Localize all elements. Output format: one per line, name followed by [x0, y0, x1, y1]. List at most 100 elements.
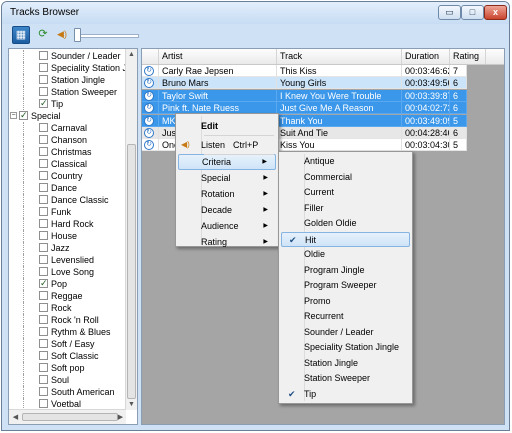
tree-item-checkbox[interactable] [39, 219, 48, 228]
tree-item-checkbox[interactable] [39, 267, 48, 276]
tree-item[interactable]: Speciality Station Jingle [9, 62, 137, 74]
scroll-left-arrow[interactable]: ◀ [10, 412, 21, 423]
refresh-track-icon[interactable]: ↻ [144, 128, 154, 138]
scroll-thumb[interactable] [127, 144, 136, 399]
tree-item[interactable]: Hard Rock [9, 218, 126, 230]
tree-item[interactable]: Soft Classic [9, 350, 126, 362]
criteria-item[interactable]: Current [281, 185, 410, 200]
tree-item[interactable]: Country [9, 170, 126, 182]
refresh-track-icon[interactable]: ↻ [144, 140, 154, 151]
tree-item[interactable]: Rock 'n Roll [9, 314, 126, 326]
tree-vertical-scrollbar[interactable]: ▲ ▼ [125, 49, 137, 410]
menu-item-edit[interactable]: Edit [178, 117, 276, 136]
criteria-item[interactable]: Program Jingle [281, 263, 410, 278]
menu-item-audience[interactable]: Audience ▶ [178, 219, 276, 235]
criteria-item[interactable]: ✔ Hit [281, 231, 410, 247]
menu-item-listen[interactable]: ◀) Listen Ctrl+P [178, 136, 276, 155]
tree-item[interactable]: Dance Classic [9, 194, 126, 206]
tree-item[interactable]: Sounder / Leader [9, 50, 126, 62]
tree-item-checkbox[interactable] [39, 135, 48, 144]
criteria-item[interactable]: Station Sweeper [281, 371, 410, 386]
criteria-item[interactable]: Sounder / Leader [281, 325, 410, 340]
refresh-track-icon[interactable]: ↻ [144, 66, 154, 76]
tree-expander-icon[interactable]: − [10, 112, 17, 119]
tree-item[interactable]: Soft / Easy [9, 338, 126, 350]
refresh-track-icon[interactable]: ↻ [144, 103, 154, 114]
tree-horizontal-scrollbar[interactable]: ◀ ▶ [9, 409, 126, 424]
table-row[interactable]: ↻ Carly Rae Jepsen This Kiss 00:03:46:62 7 [142, 65, 467, 77]
tree-item[interactable]: Classical [9, 158, 126, 170]
volume-slider-track[interactable] [79, 34, 139, 38]
tree-item[interactable]: Love Song [9, 266, 126, 278]
tree-item-checkbox[interactable] [39, 303, 48, 312]
tree-item[interactable]: Dance [9, 182, 126, 194]
menu-item-rating[interactable]: Rating ▶ [178, 235, 276, 251]
tree-item[interactable]: Station Jingle [9, 74, 126, 86]
tree-item-checkbox[interactable] [39, 51, 48, 60]
tree-item-checkbox[interactable] [39, 255, 48, 264]
menu-item-rotation[interactable]: Rotation ▶ [178, 187, 276, 203]
table-row[interactable]: ↻ Bruno Mars Young Girls 00:03:49:56 6 [142, 77, 467, 90]
tree-item[interactable]: Reggae [9, 290, 126, 302]
tree-item[interactable]: Carnaval [9, 122, 126, 134]
volume-slider-thumb[interactable] [74, 28, 81, 42]
criteria-item[interactable]: ✔ Tip [281, 387, 410, 402]
menu-item-special[interactable]: Special ▶ [178, 171, 276, 187]
scroll-down-arrow[interactable]: ▼ [126, 399, 137, 410]
speaker-icon[interactable]: ◀) [53, 26, 71, 44]
tree-item[interactable]: Levenslied [9, 254, 126, 266]
tree-item-checkbox[interactable] [39, 231, 48, 240]
tree-item[interactable]: Station Sweeper [9, 86, 126, 98]
criteria-item[interactable]: Oldie [281, 247, 410, 262]
grid-icon[interactable]: ▦ [12, 26, 30, 44]
header-duration[interactable]: Duration [402, 49, 450, 64]
tree-item-checkbox[interactable]: ✓ [39, 99, 48, 108]
tree-item-checkbox[interactable] [39, 123, 48, 132]
tree-item-checkbox[interactable]: ✓ [39, 279, 48, 288]
tree-item[interactable]: South American [9, 386, 126, 398]
menu-item-decade[interactable]: Decade ▶ [178, 203, 276, 219]
tree-item-checkbox[interactable] [39, 315, 48, 324]
criteria-item[interactable]: Station Jingle [281, 356, 410, 371]
tree-item[interactable]: ✓ Pop [9, 278, 126, 290]
maximize-button[interactable]: □ [461, 5, 484, 20]
criteria-item[interactable]: Recurrent [281, 309, 410, 324]
tree-item-checkbox[interactable] [39, 387, 48, 396]
tree-item-checkbox[interactable] [39, 243, 48, 252]
tree-item-checkbox[interactable] [39, 399, 48, 408]
tree-item[interactable]: Jazz [9, 242, 126, 254]
tree-item-checkbox[interactable] [39, 375, 48, 384]
tree-item[interactable]: Christmas [9, 146, 126, 158]
close-button[interactable]: x [484, 5, 507, 20]
title-bar[interactable]: Tracks Browser ▭ □ x [2, 2, 509, 24]
criteria-item[interactable]: Speciality Station Jingle [281, 340, 410, 355]
tree-item-checkbox[interactable] [39, 195, 48, 204]
tree-item[interactable]: Funk [9, 206, 126, 218]
tree-item-checkbox[interactable] [39, 159, 48, 168]
scroll-up-arrow[interactable]: ▲ [126, 49, 137, 60]
tree-item-checkbox[interactable] [39, 87, 48, 96]
tree-item[interactable]: Soft pop [9, 362, 126, 374]
criteria-item[interactable]: Filler [281, 201, 410, 216]
criteria-item[interactable]: Antique [281, 154, 410, 169]
tree-item[interactable]: House [9, 230, 126, 242]
tree-item-checkbox[interactable] [39, 363, 48, 372]
refresh-track-icon[interactable]: ↻ [144, 90, 154, 101]
scroll-right-arrow[interactable]: ▶ [115, 412, 126, 423]
tree-item-checkbox[interactable] [39, 351, 48, 360]
tree-item[interactable]: Rock [9, 302, 126, 314]
table-row[interactable]: ↻ Taylor Swift I Knew You Were Trouble 00:0… [142, 89, 467, 102]
criteria-item[interactable]: Golden Oldie [281, 216, 410, 231]
refresh-track-icon[interactable]: ↻ [144, 115, 154, 126]
menu-item-criteria[interactable]: Criteria ▶ [178, 154, 276, 170]
tree-item-checkbox[interactable] [39, 75, 48, 84]
tree-item[interactable]: Rythm & Blues [9, 326, 126, 338]
criteria-item[interactable]: Promo [281, 294, 410, 309]
tree-item[interactable]: − ✓ Special [9, 110, 126, 122]
tree-item-checkbox[interactable] [39, 171, 48, 180]
refresh-track-icon[interactable]: ↻ [144, 78, 154, 89]
tree-item-checkbox[interactable] [39, 147, 48, 156]
tree-item-checkbox[interactable] [39, 327, 48, 336]
tree-item-checkbox[interactable] [39, 207, 48, 216]
horizontal-scroll-thumb[interactable] [22, 413, 118, 421]
